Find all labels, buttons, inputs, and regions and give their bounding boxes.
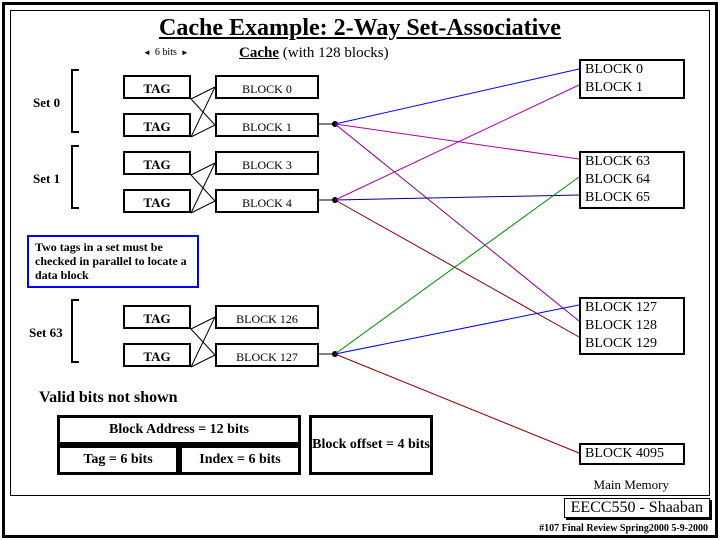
- set-1-label: Set 1: [33, 171, 60, 187]
- footer-meta: #107 Final Review Spring2000 5-9-2000: [539, 523, 708, 534]
- tag-box-1-1: TAG: [123, 189, 191, 213]
- tag-box-0-0: TAG: [123, 75, 191, 99]
- cache-block-3: BLOCK 3: [215, 151, 319, 175]
- mem-block-127: BLOCK 127: [581, 299, 683, 317]
- mem-block-0: BLOCK 0: [581, 61, 683, 79]
- cache-block-0: BLOCK 0: [215, 75, 319, 99]
- cache-header-rest: (with 128 blocks): [279, 45, 389, 61]
- course-badge: EECC550 - Shaaban: [564, 498, 710, 518]
- mem-block-63: BLOCK 63: [581, 153, 683, 171]
- mem-block-128: BLOCK 128: [581, 317, 683, 335]
- parallel-check-note: Two tags in a set must be checked in par…: [27, 235, 199, 288]
- cache-header: Cache (with 128 blocks): [239, 45, 389, 62]
- block-address-box: Block Address = 12 bits: [57, 415, 301, 445]
- set-0-brace: [71, 69, 79, 133]
- memory-group-2: BLOCK 63 BLOCK 64 BLOCK 65: [579, 151, 685, 209]
- set-63-brace: [71, 299, 79, 363]
- cache-block-126: BLOCK 126: [215, 305, 319, 329]
- cache-block-1: BLOCK 1: [215, 113, 319, 137]
- tag-box-0-1: TAG: [123, 113, 191, 137]
- index-bits-box: Index = 6 bits: [179, 445, 301, 475]
- tag-box-63-0: TAG: [123, 305, 191, 329]
- tag-box-1-0: TAG: [123, 151, 191, 175]
- slide-inner-border: Cache Example: 2-Way Set-Associative 6 b…: [10, 10, 710, 496]
- tag-bits-marker: 6 bits: [143, 47, 189, 58]
- cache-header-bold: Cache: [239, 45, 279, 61]
- set-0-label: Set 0: [33, 95, 60, 111]
- memory-last: BLOCK 4095: [579, 443, 685, 465]
- block-offset-box: Block offset = 4 bits: [309, 415, 433, 475]
- mem-block-64: BLOCK 64: [581, 171, 683, 189]
- memory-group-3: BLOCK 127 BLOCK 128 BLOCK 129: [579, 297, 685, 355]
- tag-bits-box: Tag = 6 bits: [57, 445, 179, 475]
- tag-box-63-1: TAG: [123, 343, 191, 367]
- mem-block-65: BLOCK 65: [581, 189, 683, 207]
- mem-block-1: BLOCK 1: [581, 79, 683, 97]
- main-memory-label: Main Memory: [594, 477, 669, 493]
- slide-title: Cache Example: 2-Way Set-Associative: [11, 15, 709, 42]
- set-1-brace: [71, 145, 79, 209]
- mem-block-129: BLOCK 129: [581, 335, 683, 353]
- block-offset-text: Block offset = 4 bits: [312, 437, 430, 453]
- cache-block-127: BLOCK 127: [215, 343, 319, 367]
- cache-block-4: BLOCK 4: [215, 189, 319, 213]
- valid-bits-note: Valid bits not shown: [39, 389, 178, 407]
- memory-group-1: BLOCK 0 BLOCK 1: [579, 59, 685, 99]
- set-63-label: Set 63: [29, 325, 63, 341]
- mem-block-4095: BLOCK 4095: [581, 445, 683, 463]
